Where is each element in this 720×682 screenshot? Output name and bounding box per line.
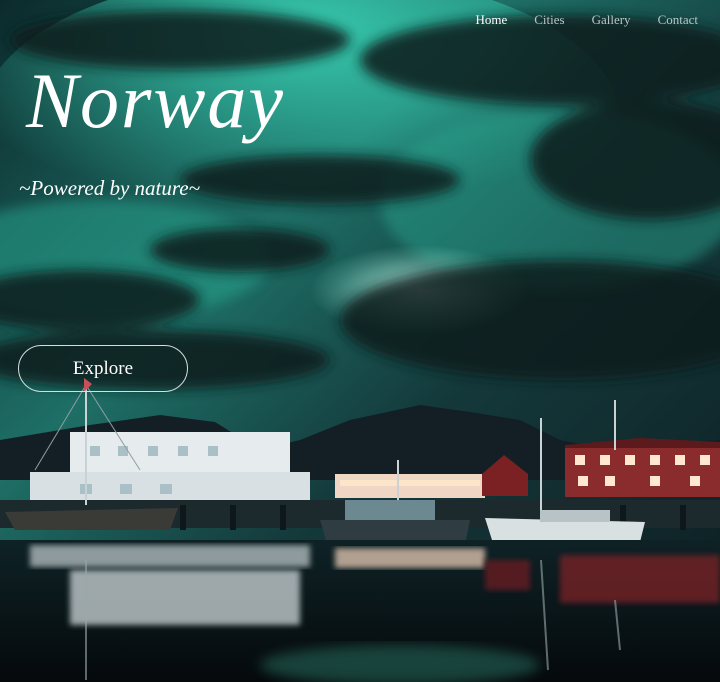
hero-section: Home Cities Gallery Contact Norway ~Powe… <box>0 0 720 682</box>
hero-subtitle: ~Powered by nature~ <box>19 176 200 200</box>
nav-link-contact[interactable]: Contact <box>658 12 698 28</box>
hero-title: Norway <box>26 57 286 144</box>
nav-link-home[interactable]: Home <box>475 12 507 28</box>
nav-link-cities[interactable]: Cities <box>534 12 564 28</box>
nav-link-gallery[interactable]: Gallery <box>592 12 631 28</box>
main-nav: Home Cities Gallery Contact <box>475 12 698 28</box>
explore-button[interactable]: Explore <box>18 345 188 392</box>
